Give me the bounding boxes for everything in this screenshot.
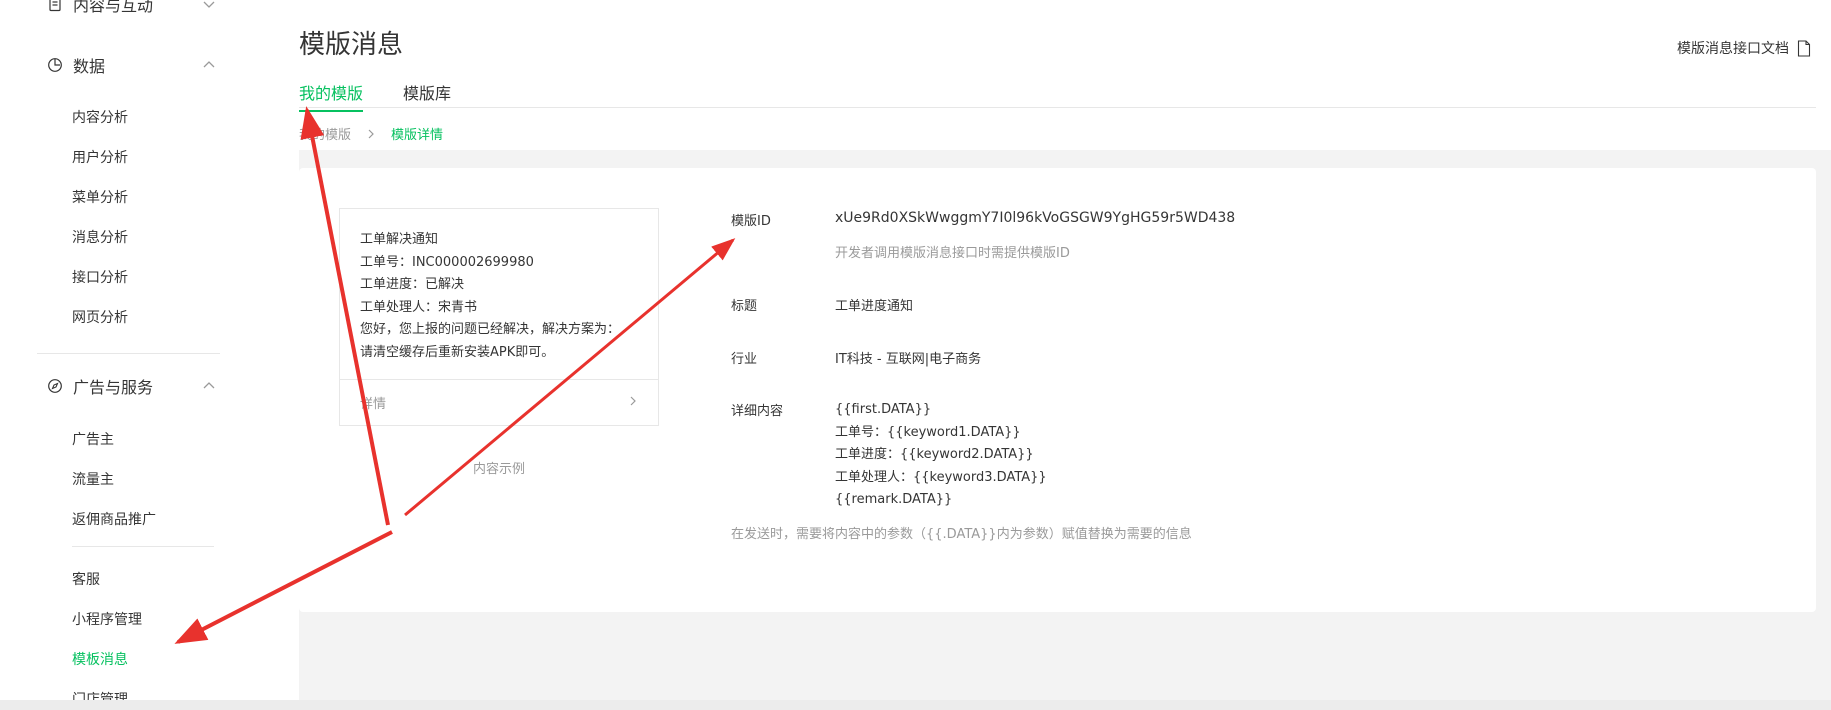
preview-line: 工单解决通知 [360, 232, 439, 247]
breadcrumb-template-details: 模版详情 [391, 128, 444, 143]
content-line: {{first.DATA}} [835, 402, 932, 417]
main-content: 模版消息 模版消息接口文档 我的模版 模版库 我的模版 模版详情 工单解决通知 … [240, 0, 1831, 700]
tab-my-templates[interactable]: 我的模版 [299, 80, 364, 112]
page-title: 模版消息 [299, 30, 404, 60]
compass-icon [47, 378, 63, 394]
sidebar-item-user-analysis[interactable]: 用户分析 [72, 147, 128, 167]
chevron-up-icon [201, 378, 217, 394]
preview-caption: 内容示例 [472, 462, 525, 477]
sidebar-item-template-messages[interactable]: 模板消息 [72, 649, 128, 669]
preview-details-link[interactable]: 详情 [340, 379, 658, 425]
sidebar-item-advertiser[interactable]: 广告主 [72, 429, 114, 449]
sidebar: 内容与互动 数据 内容分析 用户分析 菜单分析 消息分析 接口分析 网页分析 广… [0, 0, 240, 700]
sidebar-item-commission-promotion[interactable]: 返佣商品推广 [72, 509, 156, 529]
tab-bar: 我的模版 模版库 [299, 80, 1816, 112]
sidebar-divider [72, 546, 214, 547]
content-line: 工单处理人：{{keyword3.DATA}} [835, 469, 1047, 485]
preview-details-label: 详情 [360, 397, 387, 412]
content-line: {{remark.DATA}} [835, 492, 953, 507]
industry-label: 行业 [731, 352, 758, 367]
template-detail-card: 工单解决通知 工单号：INC000002699980 工单进度：已解决 工单处理… [299, 168, 1816, 612]
preview-line: 您好，您上报的问题已经解决，解决方案为： [360, 322, 621, 337]
sidebar-item-mini-program[interactable]: 小程序管理 [72, 609, 142, 629]
nav-group-label: 内容与互动 [73, 0, 154, 15]
send-note: 在发送时，需要将内容中的参数（{{.DATA}}内为参数）赋值替换为需要的信息 [731, 527, 1192, 542]
sidebar-item-content-analysis[interactable]: 内容分析 [72, 107, 128, 127]
tab-template-library[interactable]: 模版库 [403, 80, 451, 110]
bottom-strip [0, 700, 1831, 710]
content-template: {{first.DATA}} 工单号：{{keyword1.DATA}} 工单进… [835, 399, 1047, 512]
sidebar-item-store-management[interactable]: 门店管理 [72, 689, 128, 700]
content-line: 工单进度：{{keyword2.DATA}} [835, 447, 1034, 462]
breadcrumb: 我的模版 模版详情 [299, 124, 443, 143]
preview-line: 工单处理人：宋青书 [360, 299, 478, 315]
sidebar-item-message-analysis[interactable]: 消息分析 [72, 227, 128, 247]
content-line: 工单号：{{keyword1.DATA}} [835, 424, 1021, 440]
template-id-value: xUe9Rd0XSkWwggmY7I0l96kVoGSGW9YgHG59r5WD… [835, 210, 1236, 226]
pie-chart-icon [47, 57, 63, 73]
nav-group-label: 广告与服务 [73, 378, 154, 397]
nav-group-content-interaction[interactable]: 内容与互动 [47, 0, 217, 16]
title-value: 工单进度通知 [835, 299, 914, 314]
sidebar-item-webpage-analysis[interactable]: 网页分析 [72, 307, 128, 327]
nav-group-ads-services[interactable]: 广告与服务 [47, 374, 217, 398]
message-preview: 工单解决通知 工单号：INC000002699980 工单进度：已解决 工单处理… [339, 208, 659, 426]
preview-body: 工单解决通知 工单号：INC000002699980 工单进度：已解决 工单处理… [340, 209, 658, 364]
template-id-label: 模版ID [731, 214, 771, 229]
document-icon [47, 0, 63, 12]
chevron-down-icon [201, 0, 217, 12]
preview-line: 请清空缓存后重新安装APK即可。 [360, 344, 555, 360]
file-icon [1797, 39, 1811, 57]
industry-value: IT科技 - 互联网|电子商务 [835, 352, 982, 367]
sidebar-item-customer-service[interactable]: 客服 [72, 569, 100, 589]
sidebar-item-menu-analysis[interactable]: 菜单分析 [72, 187, 128, 207]
api-docs-link[interactable]: 模版消息接口文档 [1677, 38, 1811, 58]
title-label: 标题 [731, 299, 758, 314]
chevron-right-icon [365, 128, 377, 140]
sidebar-divider [37, 353, 220, 354]
nav-group-label: 数据 [73, 57, 106, 76]
nav-group-data[interactable]: 数据 [47, 53, 217, 77]
preview-line: 工单号：INC000002699980 [360, 254, 534, 270]
chevron-up-icon [201, 57, 217, 73]
sidebar-item-publisher[interactable]: 流量主 [72, 469, 114, 489]
api-docs-link-label: 模版消息接口文档 [1677, 41, 1789, 57]
preview-line: 工单进度：已解决 [360, 277, 465, 292]
chevron-right-icon [628, 395, 638, 411]
content-label: 详细内容 [731, 404, 784, 419]
template-id-hint: 开发者调用模版消息接口时需提供模版ID [835, 246, 1070, 261]
sidebar-item-api-analysis[interactable]: 接口分析 [72, 267, 128, 287]
breadcrumb-my-templates[interactable]: 我的模版 [299, 124, 351, 143]
